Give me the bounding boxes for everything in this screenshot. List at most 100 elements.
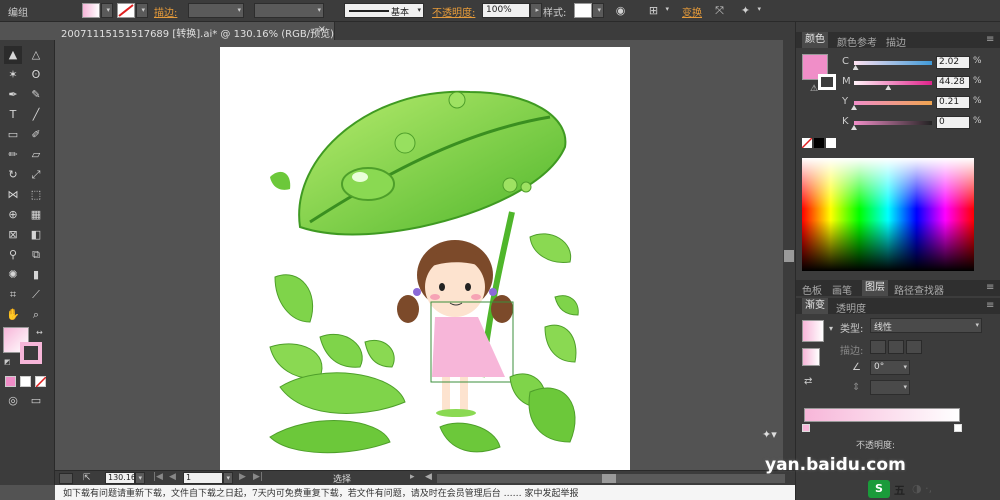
variable-width-dropdown[interactable]: ▾ (254, 3, 324, 18)
last-artboard-icon[interactable]: ▶| (253, 472, 263, 482)
white-color-swatch[interactable] (826, 138, 836, 148)
color-spectrum-picker[interactable] (802, 158, 974, 271)
cyan-slider[interactable]: C 2.02 % (842, 56, 996, 70)
black-value-input[interactable]: 0 (936, 116, 970, 129)
gradient-stroke-swatch[interactable] (802, 348, 820, 366)
zoom-tool-icon[interactable]: ⌕ (27, 306, 45, 324)
none-mode-icon[interactable] (35, 376, 47, 388)
ime-logo[interactable]: S (868, 480, 890, 498)
brush-definition-dropdown[interactable]: 基本 ▾ (344, 3, 424, 18)
fill-swatch[interactable] (82, 3, 100, 18)
artboard-tool-icon[interactable]: ⌗ (4, 286, 22, 304)
scroll-left-icon[interactable]: ◀ (425, 472, 432, 482)
gradient-menu-icon[interactable]: ≡ (986, 300, 994, 311)
tab-swatches[interactable]: 色板 (802, 282, 822, 297)
stroke-dropdown[interactable]: ▾ (136, 3, 148, 18)
none-color-swatch[interactable] (801, 137, 813, 149)
opacity-dropdown[interactable]: ▸ (530, 3, 542, 18)
blend-tool-icon[interactable]: ⧉ (27, 246, 45, 264)
recolor-icon[interactable]: ◉ (613, 3, 628, 18)
artboard-nav-icon[interactable]: ⇱ (83, 473, 91, 483)
paintbrush-tool-icon[interactable]: ✐ (27, 126, 45, 144)
zoom-input[interactable]: 130.16 (105, 472, 136, 484)
stroke-within-icon[interactable] (870, 340, 886, 354)
magic-wand-tool-icon[interactable]: ✶ (4, 66, 22, 84)
swap-fill-stroke-icon[interactable]: ↔ (36, 328, 43, 337)
tab-stroke[interactable]: 描边 (886, 34, 906, 49)
cyan-track[interactable] (854, 61, 932, 65)
rotate-tool-icon[interactable]: ↻ (4, 166, 22, 184)
ime-tools-icons[interactable]: ◑ ·, (912, 482, 932, 495)
yellow-knob[interactable] (851, 105, 857, 110)
width-tool-icon[interactable]: ⋈ (4, 186, 22, 204)
curvature-tool-icon[interactable]: ✎ (27, 86, 45, 104)
gradient-swatch-dropdown-icon[interactable]: ▾ (829, 324, 833, 333)
eyedropper-tool-icon[interactable]: ⚲ (4, 246, 22, 264)
stroke-across-icon[interactable] (906, 340, 922, 354)
scale-tool-icon[interactable]: ⤢ (27, 166, 45, 184)
first-artboard-icon[interactable]: |◀ (153, 472, 163, 482)
stroke-along-icon[interactable] (888, 340, 904, 354)
document-tab[interactable]: 20071115151517689 [转换].ai* @ 130.16% (RG… (55, 22, 335, 40)
magenta-track[interactable] (854, 81, 932, 85)
cyan-value-input[interactable]: 2.02 (936, 56, 970, 69)
opacity-input[interactable]: 100% (482, 3, 530, 18)
lasso-tool-icon[interactable]: ʘ (27, 66, 45, 84)
horizontal-scroll-thumb[interactable] (602, 474, 616, 483)
tab-layers[interactable]: 图层 (862, 280, 888, 296)
color-stroke-swatch[interactable] (818, 74, 836, 90)
fill-dropdown[interactable]: ▾ (101, 3, 113, 18)
status-toggle-icon[interactable] (59, 473, 73, 484)
style-dropdown[interactable]: ▾ (592, 3, 604, 18)
eraser-tool-icon[interactable]: ▱ (27, 146, 45, 164)
cyan-knob[interactable] (852, 65, 859, 70)
graphic-style-swatch[interactable] (574, 3, 592, 18)
tab-gradient[interactable]: 渐变 (802, 298, 828, 314)
yellow-track[interactable] (854, 101, 932, 105)
stroke-swatch[interactable] (117, 3, 135, 18)
gradient-aspect-input[interactable]: ▾ (870, 380, 910, 395)
color-mode-icon[interactable] (5, 376, 16, 387)
gradient-type-select[interactable]: 线性 ▾ (870, 318, 982, 333)
line-tool-icon[interactable]: ╱ (27, 106, 45, 124)
stroke-color-swatch[interactable] (20, 342, 42, 364)
panel-menu-icon[interactable]: ≡ (986, 34, 994, 45)
tab-color-guide[interactable]: 颜色参考 (837, 34, 877, 49)
symbol-sprayer-tool-icon[interactable]: ✺ (4, 266, 22, 284)
close-tab-icon[interactable]: × (318, 24, 326, 35)
magenta-knob[interactable] (885, 85, 892, 90)
rectangle-tool-icon[interactable]: ▭ (4, 126, 22, 144)
vertical-scrollbar[interactable] (783, 40, 795, 470)
yellow-value-input[interactable]: 0.21 (936, 96, 970, 109)
tab-brushes[interactable]: 画笔 (832, 282, 852, 297)
gradient-stop-right[interactable] (954, 424, 962, 432)
perspective-grid-tool-icon[interactable]: ▦ (27, 206, 45, 224)
stroke-weight-field[interactable]: ▾ (188, 3, 244, 18)
direct-selection-tool-icon[interactable]: △ (27, 46, 45, 64)
stroke-label[interactable]: 描边: (154, 4, 177, 19)
shape-builder-tool-icon[interactable]: ⊕ (4, 206, 22, 224)
pen-tool-icon[interactable]: ✒ (4, 86, 22, 104)
envelope-icon[interactable]: ✦ (738, 3, 753, 18)
yellow-slider[interactable]: Y 0.21 % (842, 96, 996, 110)
tab-pathfinder[interactable]: 路径查找器 (894, 282, 944, 297)
hand-tool-icon[interactable]: ✋ (4, 306, 22, 324)
draw-mode-icon[interactable]: ◎ (4, 392, 22, 410)
pencil-tool-icon[interactable]: ✏ (4, 146, 22, 164)
vertical-scroll-thumb[interactable] (784, 250, 794, 262)
isolate-icon[interactable]: ⤧ (712, 3, 727, 18)
free-transform-tool-icon[interactable]: ⬚ (27, 186, 45, 204)
black-knob[interactable] (851, 125, 857, 130)
black-slider[interactable]: K 0 % (842, 116, 996, 130)
type-tool-icon[interactable]: T (4, 106, 22, 124)
screen-mode-icon[interactable]: ▭ (27, 392, 45, 410)
collapse-panel-icon[interactable]: ✦▾ (762, 428, 777, 441)
column-graph-tool-icon[interactable]: ▮ (27, 266, 45, 284)
status-menu-icon[interactable]: ▸ (410, 472, 415, 482)
zoom-dropdown[interactable]: ▾ (135, 472, 145, 484)
align-icon[interactable]: ⊞ (646, 3, 661, 18)
ime-mode-label[interactable]: 五 (894, 482, 905, 498)
envelope-dropdown[interactable]: ▾ (753, 3, 763, 18)
slice-tool-icon[interactable]: ⟋ (27, 286, 45, 304)
artboard-number-input[interactable]: 1 (183, 472, 223, 484)
